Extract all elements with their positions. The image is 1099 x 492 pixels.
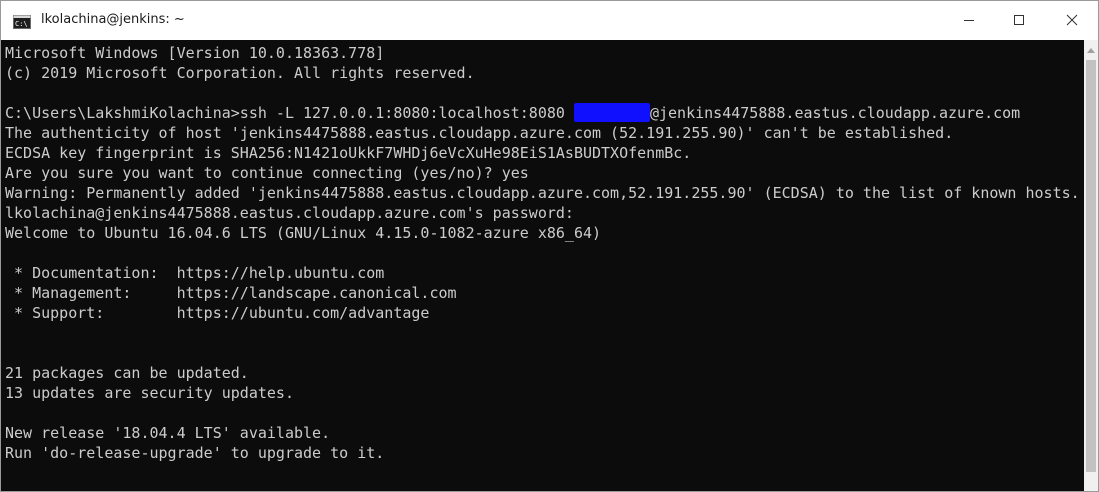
console-line: * Support: https://ubuntu.com/advantage	[5, 304, 430, 322]
close-button[interactable]	[1046, 1, 1098, 40]
scrollbar-thumb[interactable]	[1086, 60, 1096, 472]
title-bar[interactable]: C:\ lkolachina@jenkins: ~	[1, 1, 1098, 40]
console-line: lkolachina@jenkins4475888.eastus.cloudap…	[5, 204, 574, 222]
console-line: * Management: https://landscape.canonica…	[5, 284, 457, 302]
console-icon[interactable]: C:\	[13, 14, 31, 29]
console-line: * Documentation: https://help.ubuntu.com	[5, 264, 385, 282]
console-line: (c) 2019 Microsoft Corporation. All righ…	[5, 64, 475, 82]
terminal-window: C:\ lkolachina@jenkins: ~ Microsoft Wind…	[0, 0, 1099, 492]
console-line: Warning: Permanently added 'jenkins44758…	[5, 184, 1080, 202]
console-line: Welcome to Ubuntu 16.04.6 LTS (GNU/Linux…	[5, 224, 602, 242]
console-line: ECDSA key fingerprint is SHA256:N1421oUk…	[5, 144, 692, 162]
ssh-command-text: C:\Users\LakshmiKolachina>ssh -L 127.0.0…	[5, 104, 574, 122]
console-line: Are you sure you want to continue connec…	[5, 164, 529, 182]
console-line: Run 'do-release-upgrade' to upgrade to i…	[5, 444, 385, 462]
minimize-icon	[963, 11, 975, 30]
maximize-button[interactable]	[993, 1, 1045, 40]
scroll-up-button[interactable]	[1084, 40, 1098, 57]
redacted-username	[573, 103, 650, 122]
console-line: The authenticity of host 'jenkins4475888…	[5, 124, 954, 142]
console-line: New release '18.04.4 LTS' available.	[5, 424, 331, 442]
minimize-button[interactable]	[943, 1, 995, 40]
arrow-up-icon	[1087, 40, 1095, 58]
maximize-icon	[1013, 11, 1025, 30]
console-line-ssh-command: C:\Users\LakshmiKolachina>ssh -L 127.0.0…	[5, 103, 1020, 123]
close-icon	[1066, 11, 1078, 30]
console-line: 21 packages can be updated.	[5, 364, 249, 382]
vertical-scrollbar[interactable]	[1084, 40, 1098, 491]
svg-text:C:\: C:\	[15, 20, 28, 28]
console-line: Microsoft Windows [Version 10.0.18363.77…	[5, 44, 385, 62]
ssh-host-text: @jenkins4475888.eastus.cloudapp.azure.co…	[649, 104, 1021, 122]
console-line: 13 updates are security updates.	[5, 384, 294, 402]
window-title: lkolachina@jenkins: ~	[41, 12, 185, 27]
console-output[interactable]: Microsoft Windows [Version 10.0.18363.77…	[1, 40, 1084, 491]
